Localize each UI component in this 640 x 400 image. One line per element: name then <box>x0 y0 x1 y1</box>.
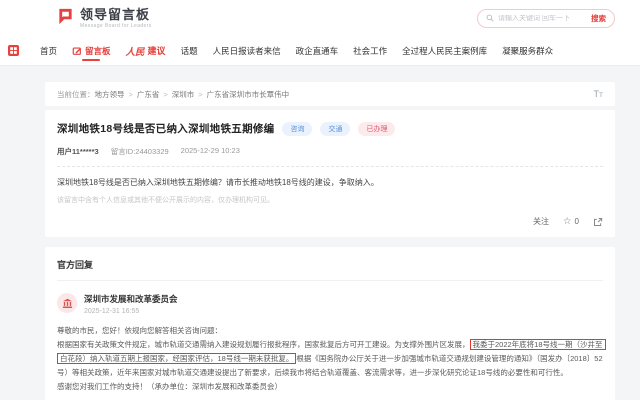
site-header: 领导留言板 Message Board for Leaders 搜索 <box>0 0 640 36</box>
nav-gov-enterprise[interactable]: 政企直通车 <box>296 36 339 65</box>
logo-title: 领导留言板 <box>80 8 152 21</box>
message-card: 深圳地铁18号线是否已纳入深圳地铁五期修编 咨询 交通 已办理 用户11****… <box>45 110 615 237</box>
message-username: 用户11*****3 <box>57 146 99 157</box>
org-avatar <box>57 293 77 313</box>
reply-body: 尊敬的市民，您好！依规向您解答相关咨询问题： 根据国家有关政策文件规定，城市轨道… <box>57 324 603 394</box>
reply-paragraph-greeting: 尊敬的市民，您好！依规向您解答相关咨询问题： <box>57 324 603 338</box>
nav-message-board[interactable]: 留言板 <box>72 36 111 65</box>
breadcrumb-guangdong[interactable]: 广东省 <box>137 89 160 100</box>
font-size-toggle[interactable]: TT <box>594 90 603 99</box>
official-reply-card: 官方回复 深圳市发展和改革委员会 2025-12-31 16:55 尊敬的市民，… <box>45 247 615 400</box>
site-logo[interactable]: 领导留言板 Message Board for Leaders <box>57 7 152 29</box>
breadcrumb-separator: > <box>129 90 133 99</box>
message-title: 深圳地铁18号线是否已纳入深圳地铁五期修编 <box>57 121 274 136</box>
message-id: 留言ID:24403329 <box>111 146 169 157</box>
reply-date: 2025-12-31 16:55 <box>84 308 178 315</box>
official-reply-heading: 官方回复 <box>57 258 603 281</box>
tag-topic: 交通 <box>320 122 350 136</box>
nav-social-work[interactable]: 社会工作 <box>353 36 387 65</box>
apps-menu-icon[interactable] <box>8 45 19 56</box>
reply-paragraph-thanks: 感谢您对我们工作的支持！（承办单位：深圳市发展和改革委员会） <box>57 380 603 394</box>
search-input[interactable] <box>498 15 591 22</box>
status-badge: 已办理 <box>358 122 395 136</box>
share-button[interactable] <box>593 217 603 227</box>
breadcrumb-shenzhen[interactable]: 深圳市 <box>172 89 195 100</box>
nav-reader-letters[interactable]: 人民日报读者来信 <box>213 36 281 65</box>
edit-board-icon <box>72 46 82 56</box>
breadcrumb-separator: > <box>198 90 202 99</box>
search-icon <box>486 14 494 22</box>
breadcrumb-local-leaders[interactable]: 地方领导 <box>95 89 125 100</box>
follow-button[interactable]: 关注 <box>533 216 549 227</box>
privacy-note: 该留言中含有个人信息或其他不便公开展示的内容，仅办理机构可见。 <box>57 195 603 205</box>
nav-people-suggestion-part1: 人民 <box>126 44 145 58</box>
government-building-icon <box>62 298 73 309</box>
nav-people-suggestion[interactable]: 人民建议 <box>126 36 166 65</box>
nav-serve-masses[interactable]: 凝聚服务群众 <box>502 36 553 65</box>
tag-category: 咨询 <box>282 122 312 136</box>
message-date: 2025-12-29 10:23 <box>181 146 240 157</box>
nav-democracy-cases[interactable]: 全过程人民民主案例库 <box>402 36 487 65</box>
share-icon <box>593 217 603 227</box>
breadcrumb-separator: > <box>163 90 167 99</box>
logo-speech-bubble-icon <box>57 7 74 29</box>
nav-topics[interactable]: 话题 <box>181 36 198 65</box>
nav-people-suggestion-part2: 建议 <box>148 44 166 57</box>
star-icon: ☆ <box>563 217 572 226</box>
font-toggle-small-T: T <box>599 92 603 99</box>
reply-text-before-highlight: 根据国家有关政策文件规定，城市轨道交通需纳入建设规划履行报批程序，国家批复后方可… <box>57 340 470 349</box>
breadcrumb-prefix: 当前位置： <box>57 89 95 100</box>
nav-message-board-label: 留言板 <box>85 45 111 57</box>
reply-org-name: 深圳市发展和改革委员会 <box>84 293 178 305</box>
search-box: 搜索 <box>477 9 615 28</box>
reply-paragraph-main: 根据国家有关政策文件规定，城市轨道交通需纳入建设规划履行报批程序，国家批复后方可… <box>57 338 603 380</box>
star-count: 0 <box>575 217 579 226</box>
main-nav: 首页 留言板 人民建议 话题 人民日报读者来信 政企直通车 社会工作 全过程人民… <box>0 36 640 66</box>
breadcrumb: 当前位置： 地方领导 > 广东省 > 深圳市 > 广东省深圳市市长覃伟中 TT <box>45 82 615 106</box>
nav-home[interactable]: 首页 <box>40 36 57 65</box>
breadcrumb-mayor[interactable]: 广东省深圳市市长覃伟中 <box>207 89 290 100</box>
star-button[interactable]: ☆ 0 <box>563 217 579 226</box>
message-body: 深圳地铁18号线是否已纳入深圳地铁五期修编？请市长推动地铁18号线的建设，争取纳… <box>57 177 603 189</box>
search-button[interactable]: 搜索 <box>591 13 606 24</box>
logo-subtitle: Message Board for Leaders <box>80 23 152 29</box>
